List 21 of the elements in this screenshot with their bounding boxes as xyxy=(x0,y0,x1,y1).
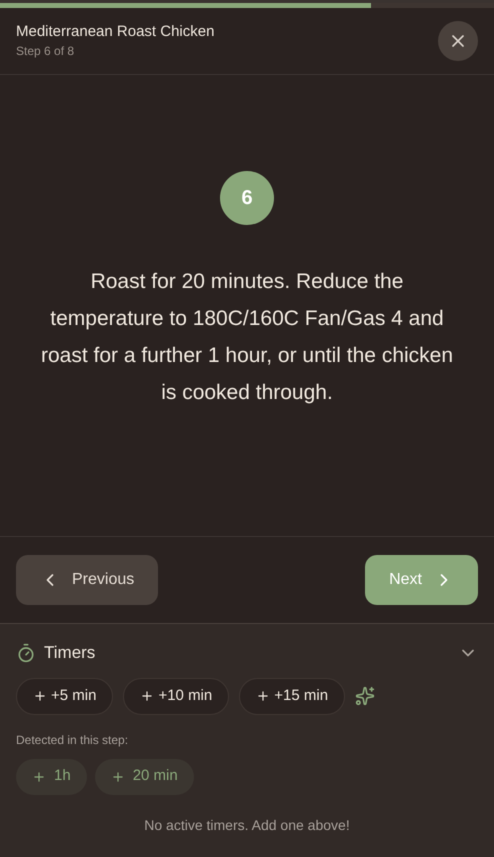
detected-timer-button[interactable]: 20 min xyxy=(94,758,194,794)
step-instruction: Roast for 20 minutes. Reduce the temperature to 180C/160C Fan/Gas 4 and roast for a further 1 hour, or until the chicken is cooked through. xyxy=(40,268,454,406)
stopwatch-icon xyxy=(16,642,36,663)
previous-button[interactable]: Previous xyxy=(16,555,158,605)
timer-preset-button[interactable]: +10 min xyxy=(123,678,230,714)
empty-timers-message: No active timers. Add one above! xyxy=(143,816,351,834)
plus-icon xyxy=(140,689,154,703)
plus-icon xyxy=(33,689,47,703)
timer-preset-button[interactable]: +5 min xyxy=(16,678,114,714)
sparkles-icon xyxy=(355,686,376,706)
detected-timer-button[interactable]: 1h xyxy=(16,758,87,794)
detected-label: Detected in this step: xyxy=(16,732,130,748)
timer-preset-button[interactable]: +15 min xyxy=(239,678,346,714)
step-number: 6 xyxy=(220,170,274,224)
plus-icon xyxy=(256,689,270,703)
recipe-title: Mediterranean Roast Chicken xyxy=(16,22,214,42)
plus-icon xyxy=(110,770,125,784)
timers-heading: Timers xyxy=(44,642,96,664)
close-button[interactable] xyxy=(438,21,478,61)
plus-icon xyxy=(32,770,46,784)
step-counter: Step 6 of 8 xyxy=(16,43,76,60)
